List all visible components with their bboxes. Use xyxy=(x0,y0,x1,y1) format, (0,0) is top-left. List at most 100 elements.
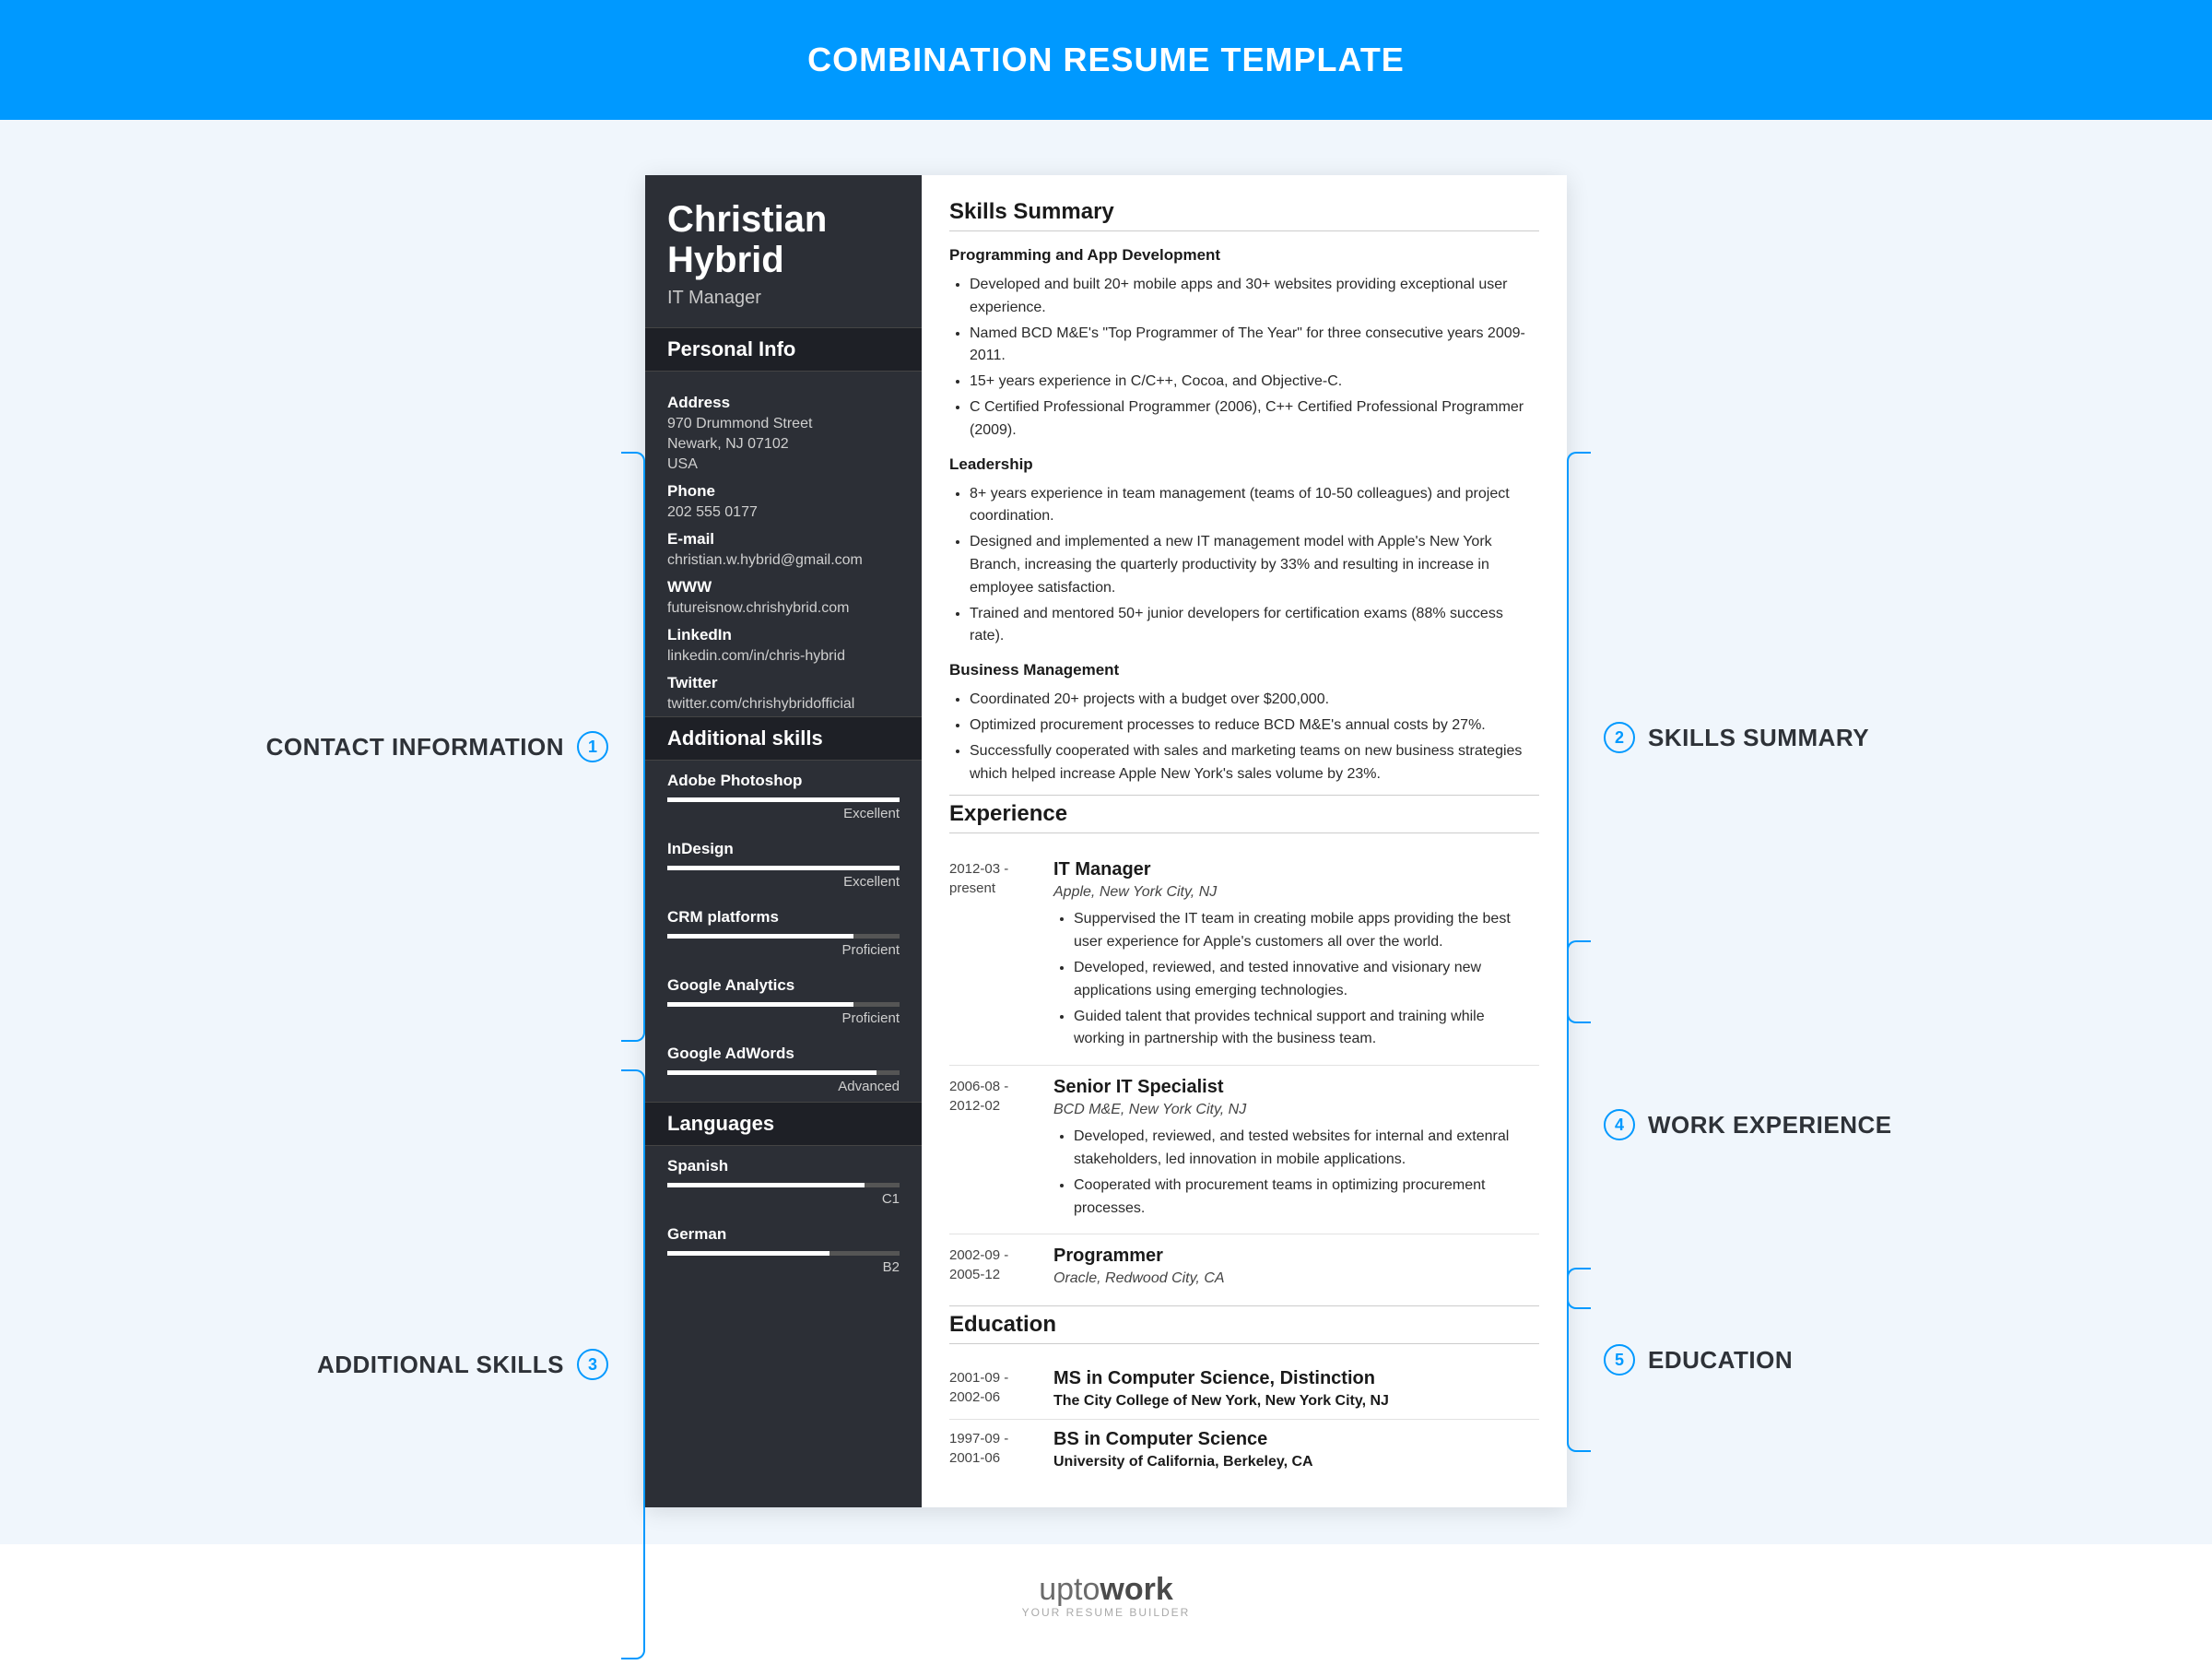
experience-date: 2012-03 - present xyxy=(949,859,1037,1054)
list-item: 15+ years experience in C/C++, Cocoa, an… xyxy=(970,371,1539,394)
list-item: Named BCD M&E's "Top Programmer of The Y… xyxy=(970,323,1539,369)
skills-group-title: Business Management xyxy=(949,661,1539,679)
skill-name: InDesign xyxy=(667,840,900,858)
info-value: christian.w.hybrid@gmail.com xyxy=(667,552,900,569)
skill-bar-fill xyxy=(667,797,900,802)
callout-skills-summary: 2 SKILLS SUMMARY xyxy=(1567,452,1869,1023)
skill-bar xyxy=(667,1070,900,1075)
callout-work-experience: 4 WORK EXPERIENCE xyxy=(1567,940,1892,1309)
skill-bar xyxy=(667,1251,900,1256)
skills-group-list: Coordinated 20+ projects with a budget o… xyxy=(949,689,1539,785)
callout-education: 5 EDUCATION xyxy=(1567,1268,1793,1452)
experience-row: 2006-08 - 2012-02Senior IT SpecialistBCD… xyxy=(949,1066,1539,1234)
callout-contact: CONTACT INFORMATION 1 xyxy=(266,452,645,1042)
list-item: Trained and mentored 50+ junior develope… xyxy=(970,603,1539,649)
banner-title: COMBINATION RESUME TEMPLATE xyxy=(0,0,2212,120)
callout-badge: 5 xyxy=(1604,1344,1635,1376)
canvas: CONTACT INFORMATION 1 ADDITIONAL SKILLS … xyxy=(0,120,2212,1544)
experience-body: IT Manager Apple, New York City, NJ Supper… xyxy=(1053,859,1539,1054)
sidebar-header-personal: Personal Info xyxy=(645,327,922,372)
experience-company: BCD M&E, New York City, NJ xyxy=(1053,1102,1539,1118)
education-date: 2001-09 - 2002-06 xyxy=(949,1368,1037,1410)
education-title: MS in Computer Science, Distinction xyxy=(1053,1368,1539,1389)
callout-label: EDUCATION xyxy=(1648,1346,1793,1375)
annotations-left: CONTACT INFORMATION 1 ADDITIONAL SKILLS … xyxy=(258,175,645,1507)
list-item: Successfully cooperated with sales and m… xyxy=(970,740,1539,786)
education-section: 2001-09 - 2002-06 MS in Computer Science,… xyxy=(949,1359,1539,1480)
experience-company: Apple, New York City, NJ xyxy=(1053,884,1539,901)
skill-bar-fill xyxy=(667,1002,853,1007)
list-item: Developed and built 20+ mobile apps and … xyxy=(970,274,1539,320)
heading-experience: Experience xyxy=(949,795,1539,833)
skill-name: Google AdWords xyxy=(667,1045,900,1063)
languages-block: Spanish C1 German B2 xyxy=(645,1146,922,1301)
info-value: USA xyxy=(667,456,900,473)
skill-level: Proficient xyxy=(667,942,900,958)
info-value: 970 Drummond Street xyxy=(667,416,900,432)
info-label: Phone xyxy=(667,482,900,501)
skills-group-title: Leadership xyxy=(949,455,1539,474)
skill-item: Google Analytics Proficient xyxy=(645,965,922,1033)
skill-bar-fill xyxy=(667,934,853,939)
resume-document: Christian Hybrid IT Manager Personal Inf… xyxy=(645,175,1567,1507)
info-label: Address xyxy=(667,394,900,412)
list-item: Developed, reviewed, and tested websites… xyxy=(1074,1126,1539,1172)
education-school: University of California, Berkeley, CA xyxy=(1053,1454,1539,1470)
skill-name: Adobe Photoshop xyxy=(667,772,900,790)
skill-level: Proficient xyxy=(667,1010,900,1026)
experience-title: IT Manager xyxy=(1053,859,1539,880)
personal-info-block: Address 970 Drummond Street Newark, NJ 071… xyxy=(645,372,922,716)
bracket-icon xyxy=(1567,1268,1591,1452)
callout-badge: 3 xyxy=(577,1349,608,1380)
skill-level: Excellent xyxy=(667,874,900,890)
skill-name: Spanish xyxy=(667,1157,900,1175)
skill-bar-fill xyxy=(667,1183,865,1187)
callout-badge: 2 xyxy=(1604,722,1635,753)
education-date: 1997-09 - 2001-06 xyxy=(949,1429,1037,1470)
list-item: 8+ years experience in team management (… xyxy=(970,483,1539,529)
experience-bullets: Developed, reviewed, and tested websites… xyxy=(1053,1126,1539,1220)
education-title: BS in Computer Science xyxy=(1053,1429,1539,1450)
skill-bar-fill xyxy=(667,1070,877,1075)
info-value: Newark, NJ 07102 xyxy=(667,436,900,453)
info-value: futureisnow.chrishybrid.com xyxy=(667,600,900,617)
skill-item: CRM platformsProficient xyxy=(645,897,922,965)
info-label: WWW xyxy=(667,578,900,596)
skill-bar-fill xyxy=(667,866,900,870)
list-item: Developed, reviewed, and tested innovati… xyxy=(1074,957,1539,1003)
callout-badge: 4 xyxy=(1604,1109,1635,1140)
skill-level: B2 xyxy=(667,1259,900,1275)
list-item: Designed and implemented a new IT manage… xyxy=(970,531,1539,599)
skills-group-list: 8+ years experience in team management (… xyxy=(949,483,1539,649)
resume-sidebar: Christian Hybrid IT Manager Personal Inf… xyxy=(645,175,922,1507)
list-item: Coordinated 20+ projects with a budget o… xyxy=(970,689,1539,712)
experience-title: Programmer xyxy=(1053,1246,1539,1267)
skills-summary-section: Programming and App Development Developed… xyxy=(949,246,1539,785)
bracket-icon xyxy=(621,1069,645,1659)
list-item: Guided talent that provides technical su… xyxy=(1074,1006,1539,1052)
education-body: BS in Computer Science University of Cali… xyxy=(1053,1429,1539,1470)
skill-level: C1 xyxy=(667,1191,900,1207)
experience-title: Senior IT Specialist xyxy=(1053,1077,1539,1098)
skill-name: Google Analytics xyxy=(667,976,900,995)
skills-group-title: Programming and App Development xyxy=(949,246,1539,265)
person-role: IT Manager xyxy=(667,288,900,309)
info-label: Twitter xyxy=(667,674,900,692)
sidebar-header-skills: Additional skills xyxy=(645,716,922,761)
bracket-icon xyxy=(621,452,645,1042)
callout-label: WORK EXPERIENCE xyxy=(1648,1111,1892,1140)
skill-item: InDesign Excellent xyxy=(645,829,922,897)
skill-item: Spanish C1 xyxy=(645,1146,922,1214)
skill-name: German xyxy=(667,1225,900,1244)
skill-bar xyxy=(667,1183,900,1187)
skill-level: Excellent xyxy=(667,806,900,821)
experience-section: 2012-03 - present IT Manager Apple, New Yo… xyxy=(949,848,1539,1305)
skill-bar xyxy=(667,866,900,870)
bracket-icon xyxy=(1567,940,1591,1309)
additional-skills-block: Adobe Photoshop Excellent InDesign Excellen… xyxy=(645,761,922,1102)
skill-item: Google AdWordsAdvanced xyxy=(645,1033,922,1102)
bracket-icon xyxy=(1567,452,1591,1023)
info-value: twitter.com/chrishybridofficial xyxy=(667,696,900,713)
experience-bullets: Suppervised the IT team in creating mobi… xyxy=(1053,908,1539,1051)
callout-label: SKILLS SUMMARY xyxy=(1648,724,1869,752)
